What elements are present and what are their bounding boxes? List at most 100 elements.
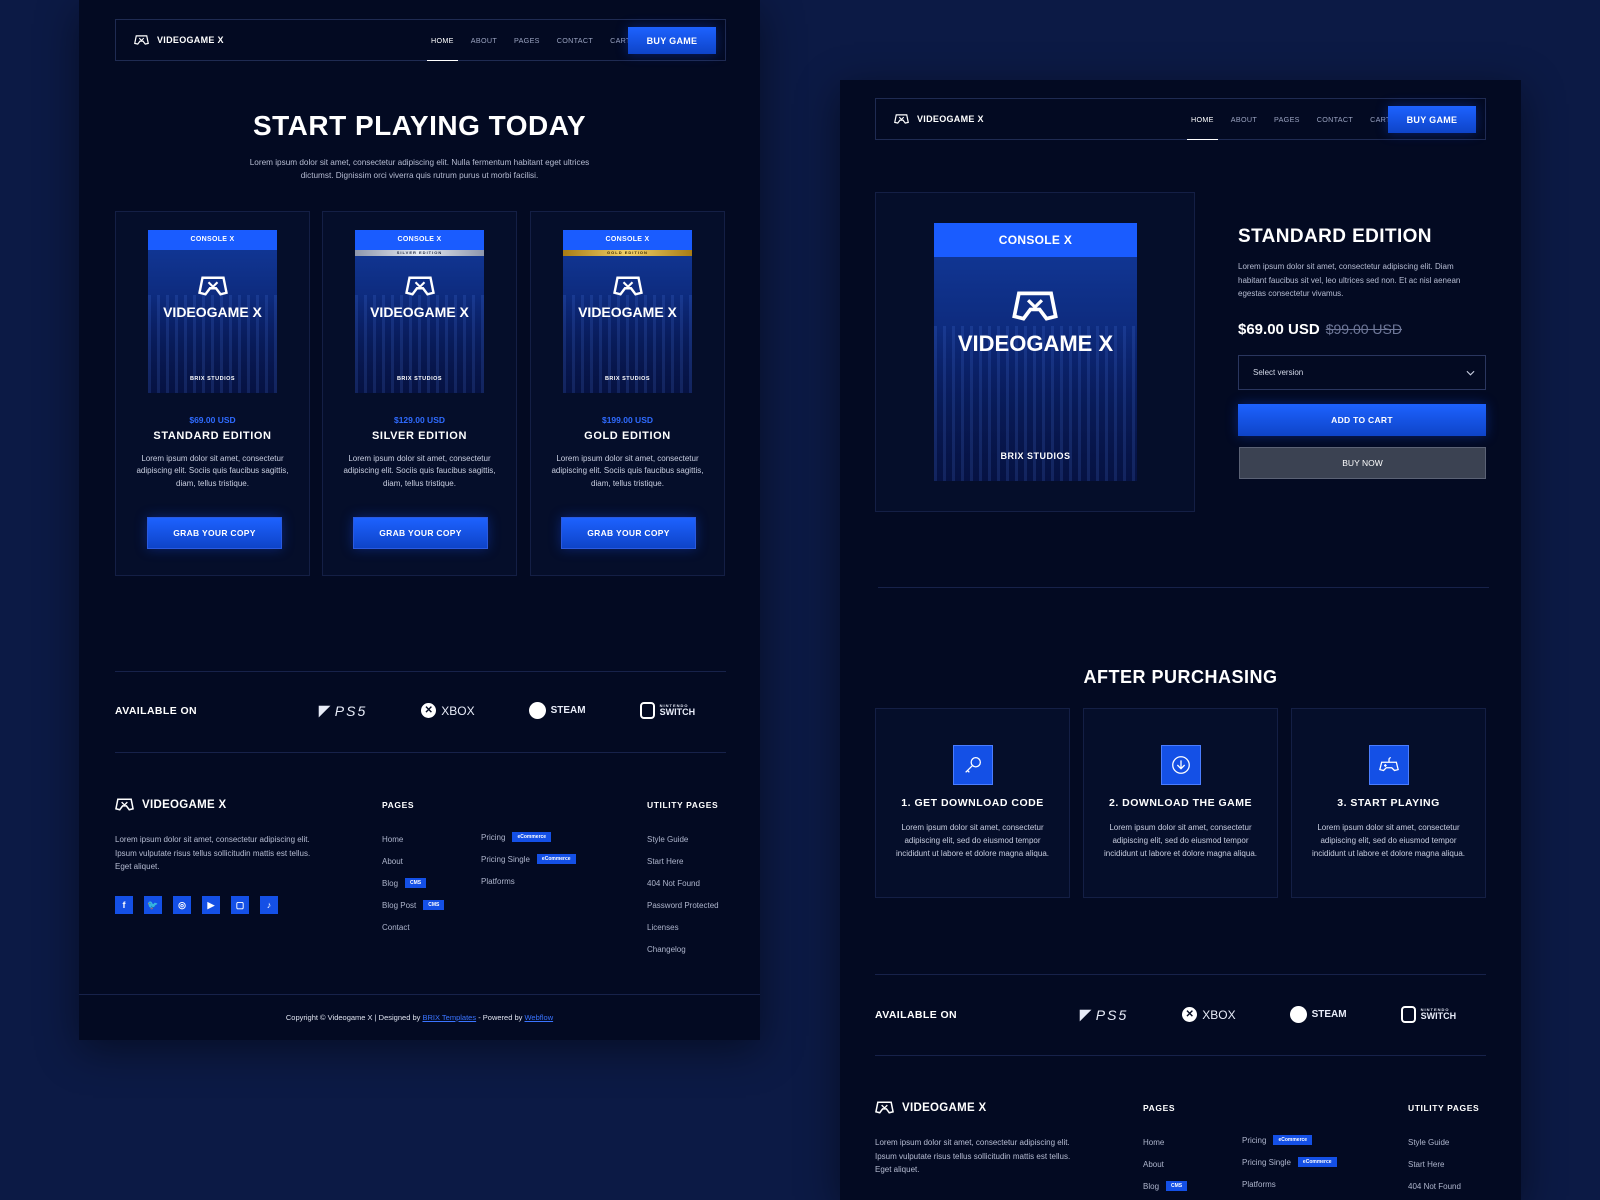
nav-pages[interactable]: PAGES bbox=[1274, 99, 1300, 139]
webflow-link[interactable]: Webflow bbox=[524, 1013, 553, 1022]
footer-link[interactable]: Pricing Single eCommerce bbox=[481, 848, 576, 870]
brand-logo[interactable]: VIDEOGAME X bbox=[134, 35, 224, 45]
social-links: f 🐦 ◎ ▶ ▢ ♪ bbox=[115, 896, 278, 914]
footer-link[interactable]: Password Protected bbox=[647, 894, 719, 916]
youtube-icon[interactable]: ▶ bbox=[202, 896, 220, 914]
footer-link[interactable]: Style Guide bbox=[1408, 1131, 1479, 1153]
footer-link[interactable]: Start Here bbox=[647, 850, 719, 872]
available-on-label: AVAILABLE ON bbox=[875, 1009, 957, 1021]
divider bbox=[115, 752, 726, 753]
ecommerce-tag: eCommerce bbox=[1273, 1135, 1313, 1145]
buy-game-button[interactable]: BUY GAME bbox=[628, 27, 716, 54]
nav-about[interactable]: ABOUT bbox=[471, 20, 497, 60]
footer-link[interactable]: Pricing eCommerce bbox=[481, 826, 576, 848]
steam-logo[interactable]: STEAM bbox=[528, 702, 586, 719]
footer-link[interactable]: Changelog bbox=[647, 938, 719, 960]
version-select[interactable]: Select version bbox=[1238, 355, 1486, 390]
nav-about[interactable]: ABOUT bbox=[1231, 99, 1257, 139]
footer-link[interactable]: About bbox=[1143, 1153, 1187, 1175]
box-studio: BRIX STUDIOS bbox=[189, 376, 236, 382]
gamepad-box-icon bbox=[405, 276, 435, 296]
footer-link[interactable]: Platforms bbox=[1242, 1173, 1337, 1195]
footer-link[interactable]: 404 Not Found bbox=[1408, 1175, 1479, 1197]
current-price: $69.00 USD bbox=[1238, 321, 1320, 338]
cms-tag: CMS bbox=[1166, 1181, 1188, 1191]
switch-logo[interactable]: NINTENDO SWITCH bbox=[639, 702, 695, 719]
game-box-image: CONSOLE X GOLD EDITION VIDEOGAME X BRIX … bbox=[563, 230, 692, 393]
footer-link[interactable]: Licenses bbox=[647, 916, 719, 938]
footer-link[interactable]: Blog CMS bbox=[1143, 1175, 1188, 1197]
steam-icon bbox=[528, 702, 546, 719]
footer-link[interactable]: Platforms bbox=[481, 870, 576, 892]
ecommerce-tag: eCommerce bbox=[512, 832, 552, 842]
divider bbox=[875, 974, 1486, 975]
gamepad-icon bbox=[1378, 757, 1399, 772]
nav-pages[interactable]: PAGES bbox=[514, 20, 540, 60]
switch-logo[interactable]: NINTENDO SWITCH bbox=[1400, 1006, 1456, 1023]
product-edition: GOLD EDITION bbox=[584, 430, 671, 442]
box-studio: BRIX STUDIOS bbox=[604, 376, 651, 382]
instagram-icon[interactable]: ◎ bbox=[173, 896, 191, 914]
nav-home[interactable]: HOME bbox=[1187, 99, 1218, 140]
footer-link[interactable]: Pricing eCommerce bbox=[1242, 1129, 1337, 1151]
buy-game-button[interactable]: BUY GAME bbox=[1388, 106, 1476, 133]
steam-icon bbox=[1289, 1006, 1307, 1023]
playstation-icon: ◤ bbox=[1080, 1006, 1091, 1022]
step-title: 3. START PLAYING bbox=[1337, 797, 1440, 809]
designer-link[interactable]: BRIX Templates bbox=[422, 1013, 476, 1022]
box-studio: BRIX STUDIOS bbox=[396, 376, 443, 382]
add-to-cart-button[interactable]: ADD TO CART bbox=[1238, 404, 1486, 436]
nav-home[interactable]: HOME bbox=[427, 20, 458, 61]
brand-name: VIDEOGAME X bbox=[157, 35, 224, 45]
buy-now-button[interactable]: BUY NOW bbox=[1239, 447, 1486, 479]
footer-link[interactable]: 404 Not Found bbox=[647, 872, 719, 894]
footer-link[interactable]: Blog CMS bbox=[382, 872, 444, 894]
switch-icon bbox=[639, 702, 655, 719]
box-title: VIDEOGAME X bbox=[578, 304, 677, 320]
xbox-logo[interactable]: ✕ XBOX bbox=[1182, 1007, 1236, 1022]
nav-contact[interactable]: CONTACT bbox=[1317, 99, 1353, 139]
nav-contact[interactable]: CONTACT bbox=[557, 20, 593, 60]
step-icon-box bbox=[1160, 745, 1201, 785]
ps5-logo[interactable]: ◤ PS5 bbox=[319, 702, 367, 719]
box-top-label: CONSOLE X bbox=[934, 223, 1137, 257]
select-placeholder: Select version bbox=[1253, 368, 1304, 377]
step-card: 1. GET DOWNLOAD CODE Lorem ipsum dolor s… bbox=[875, 708, 1070, 898]
product-page-panel: VIDEOGAME X HOME ABOUT PAGES CONTACT CAR… bbox=[840, 80, 1521, 1200]
footer-link[interactable]: Pricing Single eCommerce bbox=[1242, 1151, 1337, 1173]
navbar: VIDEOGAME X HOME ABOUT PAGES CONTACT CAR… bbox=[115, 19, 726, 61]
box-title: VIDEOGAME X bbox=[163, 304, 262, 320]
brand-logo[interactable]: VIDEOGAME X bbox=[894, 114, 984, 124]
tiktok-icon[interactable]: ♪ bbox=[260, 896, 278, 914]
footer-link[interactable]: Home bbox=[382, 828, 444, 850]
footer-link[interactable]: Blog Post CMS bbox=[382, 894, 445, 916]
xbox-logo[interactable]: ✕ XBOX bbox=[421, 703, 475, 718]
product-price: $69.00 USD bbox=[189, 415, 236, 425]
footer-about: Lorem ipsum dolor sit amet, consectetur … bbox=[875, 1138, 1071, 1175]
gamepad-box-icon bbox=[613, 276, 643, 296]
footer-logo[interactable]: VIDEOGAME X bbox=[115, 798, 226, 811]
copyright-bar: Copyright © Videogame X | Designed by BR… bbox=[285, 1013, 554, 1022]
available-on-label: AVAILABLE ON bbox=[115, 705, 197, 717]
pages-heading: PAGES bbox=[1143, 1103, 1176, 1113]
box-title: VIDEOGAME X bbox=[370, 304, 469, 320]
footer-link[interactable]: About bbox=[382, 850, 444, 872]
step-title: 1. GET DOWNLOAD CODE bbox=[901, 797, 1044, 809]
grab-copy-button[interactable]: GRAB YOUR COPY bbox=[353, 517, 488, 549]
facebook-icon[interactable]: f bbox=[115, 896, 133, 914]
twitch-icon[interactable]: ▢ bbox=[231, 896, 249, 914]
footer-link[interactable]: Start Here bbox=[1408, 1153, 1479, 1175]
utility-heading: UTILITY PAGES bbox=[1408, 1103, 1480, 1113]
product-title: STANDARD EDITION bbox=[1238, 226, 1432, 247]
ps5-logo[interactable]: ◤ PS5 bbox=[1080, 1006, 1128, 1023]
grab-copy-button[interactable]: GRAB YOUR COPY bbox=[147, 517, 282, 549]
grab-copy-button[interactable]: GRAB YOUR COPY bbox=[561, 517, 696, 549]
steam-logo[interactable]: STEAM bbox=[1289, 1006, 1347, 1023]
footer-link[interactable]: Style Guide bbox=[647, 828, 719, 850]
footer-link[interactable]: Home bbox=[1143, 1131, 1187, 1153]
twitter-icon[interactable]: 🐦 bbox=[144, 896, 162, 914]
gamepad-logo-icon bbox=[894, 114, 909, 124]
after-purchasing-title: AFTER PURCHASING bbox=[1083, 667, 1278, 687]
footer-logo[interactable]: VIDEOGAME X bbox=[875, 1101, 986, 1114]
footer-link[interactable]: Contact bbox=[382, 916, 444, 938]
